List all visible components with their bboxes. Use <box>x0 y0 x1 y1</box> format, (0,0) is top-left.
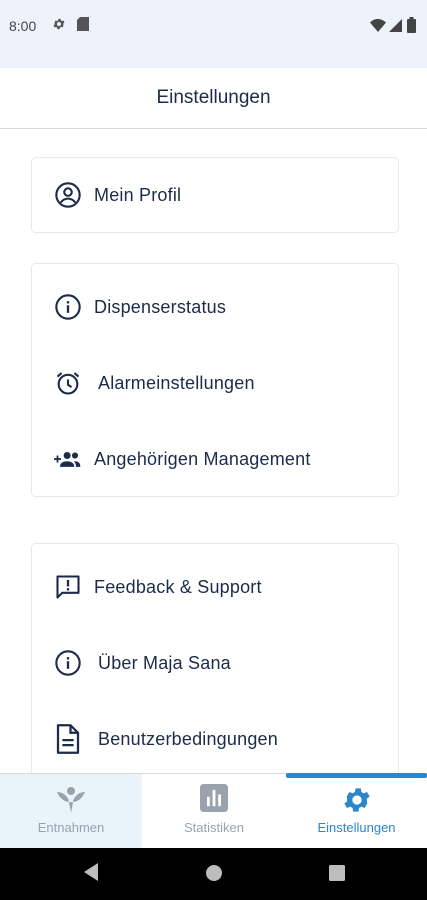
battery-icon <box>407 17 416 38</box>
settings-item-label: Alarmeinstellungen <box>98 372 255 393</box>
settings-list[interactable]: Mein Profil Dispenserstatus Alarmeinstel… <box>0 129 427 773</box>
nav-tab-label: Statistiken <box>184 820 244 835</box>
wifi-icon <box>370 19 386 37</box>
settings-item-label: Angehörigen Management <box>94 448 311 469</box>
info-icon <box>54 649 82 677</box>
group-add-icon <box>54 445 82 473</box>
settings-item-alarmeinstellungen[interactable]: Alarmeinstellungen <box>32 363 398 403</box>
settings-item-dispenserstatus[interactable]: Dispenserstatus <box>32 287 398 327</box>
bar-chart-icon <box>200 784 228 817</box>
info-icon <box>54 293 82 321</box>
back-icon[interactable] <box>82 862 100 887</box>
settings-item-label: Feedback & Support <box>94 576 262 597</box>
settings-item-ueber-maja-sana[interactable]: Über Maja Sana <box>32 643 398 683</box>
status-time: 8:00 <box>9 18 37 34</box>
status-bar: 8:00 <box>0 0 427 68</box>
document-icon <box>54 724 82 754</box>
nav-tab-entnahmen[interactable]: Entnahmen <box>0 774 142 849</box>
settings-icon <box>52 17 66 36</box>
home-icon[interactable] <box>205 864 223 887</box>
settings-item-mein-profil[interactable]: Mein Profil <box>32 175 398 215</box>
leaf-person-icon <box>55 784 87 819</box>
device-card: Dispenserstatus Alarmeinstellungen Angeh… <box>31 263 399 497</box>
gear-icon <box>341 784 373 821</box>
app-bar: Einstellungen <box>0 68 427 129</box>
settings-item-label: Über Maja Sana <box>98 652 231 673</box>
settings-item-benutzerbedingungen[interactable]: Benutzerbedingungen <box>32 719 398 759</box>
active-tab-indicator <box>286 773 427 778</box>
nav-tab-einstellungen[interactable]: Einstellungen <box>286 774 427 849</box>
signal-icon <box>389 19 402 37</box>
page-title: Einstellungen <box>156 87 271 108</box>
nav-tab-label: Entnahmen <box>37 820 105 835</box>
settings-item-feedback-support[interactable]: Feedback & Support <box>32 567 398 607</box>
system-navigation-bar <box>0 848 427 900</box>
settings-item-label: Dispenserstatus <box>94 296 227 317</box>
info-card: Feedback & Support Über Maja Sana Benutz… <box>31 543 399 773</box>
settings-item-angehoerigen-management[interactable]: Angehörigen Management <box>32 439 398 479</box>
recents-icon[interactable] <box>329 865 345 886</box>
nav-tab-label: Einstellungen <box>317 820 396 835</box>
feedback-icon <box>54 573 82 601</box>
sd-card-icon <box>77 17 89 36</box>
settings-item-label: Benutzerbedingungen <box>98 728 278 749</box>
profile-card: Mein Profil <box>31 157 399 233</box>
nav-tab-statistiken[interactable]: Statistiken <box>142 774 286 849</box>
account-circle-icon <box>54 181 82 209</box>
bottom-navigation: Entnahmen Statistiken Einstellungen <box>0 773 427 849</box>
settings-item-label: Mein Profil <box>94 184 182 205</box>
alarm-icon <box>54 369 82 397</box>
